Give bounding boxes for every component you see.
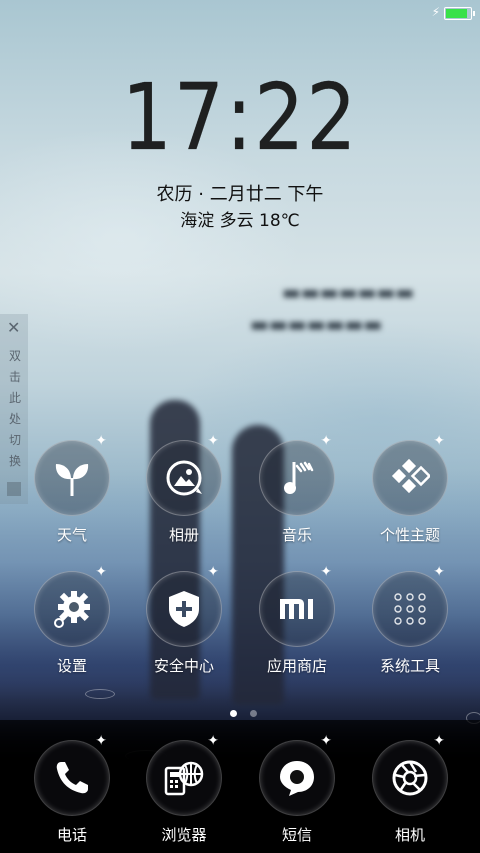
double-tap-switch-tab[interactable]: ✕ 双击此处切换	[0, 314, 28, 504]
app-weather[interactable]: ✦ 天气	[27, 433, 117, 545]
mi-logo-icon	[280, 599, 313, 619]
dock-camera[interactable]: ✦ 相机	[365, 733, 455, 845]
app-icon-circle: ✦	[34, 733, 110, 816]
wallpaper-blur-text-2: ▬▬▬▬▬▬▬	[250, 312, 383, 336]
lunar-date: 农历 · 二月廿二 下午	[156, 184, 324, 205]
camera-lens-icon	[392, 760, 428, 796]
app-security-center[interactable]: ✦ 安全中心	[139, 564, 229, 676]
shield-plus-icon	[169, 591, 199, 627]
app-label: 电话	[56, 826, 87, 844]
app-label: 相册	[168, 526, 199, 544]
dock-phone[interactable]: ✦ 电话	[27, 733, 117, 845]
bolt-icon: ⚡	[431, 5, 440, 19]
app-icon-circle: ✦	[372, 564, 448, 647]
app-label: 设置	[56, 657, 87, 675]
app-icon-circle: ✦	[146, 564, 222, 647]
message-icon	[280, 761, 314, 796]
app-gallery[interactable]: ✦ 相册	[139, 433, 229, 545]
switch-tab-label: 双击此处切换	[9, 349, 22, 468]
sprout-icon	[55, 464, 89, 496]
app-label: 音乐	[281, 526, 312, 544]
music-note-icon	[284, 461, 314, 494]
page-indicator	[226, 702, 261, 721]
app-icon-circle: ✦	[34, 433, 110, 516]
app-label: 系统工具	[379, 657, 440, 675]
app-label: 应用商店	[266, 657, 327, 675]
folder-grid-icon	[394, 593, 426, 625]
app-label: 短信	[281, 826, 312, 844]
page-dot	[250, 710, 258, 717]
close-icon[interactable]: ✕	[7, 318, 20, 337]
battery-level	[446, 9, 467, 18]
app-label: 个性主题	[379, 526, 440, 544]
battery-icon	[444, 7, 475, 20]
switch-icon	[7, 482, 21, 496]
app-icon-circle: ✦	[259, 564, 335, 647]
app-label: 安全中心	[153, 657, 214, 675]
app-themes[interactable]: ✦ 个性主题	[365, 433, 455, 545]
lockscreen-clock: 17:22	[121, 64, 359, 171]
app-system-tools-folder[interactable]: ✦ 系统工具	[365, 564, 455, 676]
app-icon-circle: ✦	[372, 433, 448, 516]
wallpaper-blur-text-1: ▬▬▬▬▬▬▬	[282, 280, 415, 304]
page-dot-active	[230, 710, 237, 717]
app-settings[interactable]: ✦ 设置	[27, 564, 117, 676]
app-label: 相机	[394, 826, 425, 844]
dock-messages[interactable]: ✦ 短信	[252, 733, 342, 845]
app-icon-circle: ✦	[259, 433, 335, 516]
gear-icon	[54, 591, 90, 628]
app-icon-circle: ✦	[372, 733, 448, 816]
app-icon-circle: ✦	[146, 733, 222, 816]
phone-icon	[56, 762, 88, 794]
app-store[interactable]: ✦ 应用商店	[252, 564, 342, 676]
dock-browser[interactable]: ✦ 浏览器	[139, 733, 229, 845]
app-label: 天气	[56, 526, 87, 544]
browser-icon	[164, 761, 204, 796]
theme-diamond-icon	[391, 458, 430, 494]
water-ripple	[85, 689, 115, 699]
weather-line: 海淀 多云 18℃	[180, 211, 300, 231]
app-icon-circle: ✦	[259, 733, 335, 816]
photo-icon	[166, 460, 202, 496]
app-music[interactable]: ✦ 音乐	[252, 433, 342, 545]
app-label: 浏览器	[161, 826, 207, 844]
app-icon-circle: ✦	[146, 433, 222, 516]
app-icon-circle: ✦	[34, 564, 110, 647]
